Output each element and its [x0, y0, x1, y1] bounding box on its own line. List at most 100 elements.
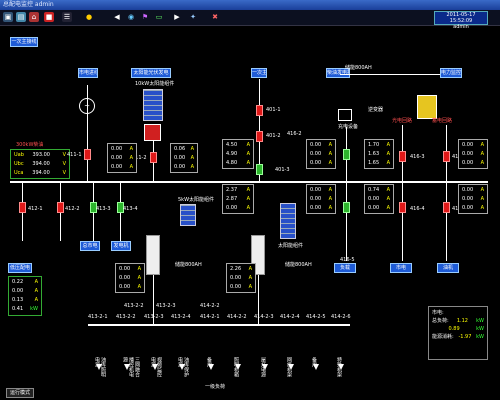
value-416-4-c: 0.00 [368, 205, 380, 211]
stop-icon[interactable]: ■ [44, 12, 54, 22]
uab-value: 393.00 [32, 152, 50, 158]
run-mode-button[interactable]: 运行模式 [6, 388, 35, 398]
value-416-4-b: 0.00 [368, 196, 380, 202]
feeder-416-6-wire [446, 183, 447, 261]
breaker-411-2[interactable] [150, 152, 157, 163]
value-413-a: 0.00 [119, 266, 131, 272]
generator-button[interactable]: 发电机 [111, 241, 131, 251]
utility-feed-button[interactable]: 市电进线 [78, 68, 98, 78]
breaker-401-1[interactable] [256, 105, 263, 116]
unit-left-d: kW [30, 306, 38, 312]
unit-416-2-b: A [328, 151, 332, 157]
battery-cabinet-icon [417, 95, 437, 119]
values-416-6: 0.00 A 0.00 A 0.00 A [458, 184, 488, 214]
unit-416-5-b: A [328, 196, 332, 202]
value-416-6-a: 0.00 [462, 187, 474, 193]
diesel-button[interactable]: 油机 [437, 263, 459, 273]
monitor-icon[interactable]: ▤ [16, 12, 26, 22]
value-416-3-c: 1.65 [368, 160, 380, 166]
unit-411-2-b: A [190, 155, 194, 161]
label-413-3: 413-3 [96, 206, 111, 212]
load-label-9: 备用 [311, 357, 317, 367]
window-icon[interactable]: ▭ [154, 12, 164, 22]
label-416-4: 416-4 [410, 206, 425, 212]
pv-inverter-icon [144, 124, 161, 141]
value-413-c: 0.00 [119, 284, 131, 290]
forward-icon[interactable]: ▶ [172, 12, 182, 22]
info-r3-label: 能源消耗: [432, 334, 454, 340]
value-413-b: 0.00 [119, 275, 131, 281]
values-416-5: 0.00 A 0.00 A 0.00 A [306, 184, 336, 214]
main-busbar [10, 181, 488, 183]
unit-401-low-b: A [246, 196, 250, 202]
single-line-diagram: 一次主接线 市电进线 太阳能光伏发电 一次主接线 柴油发电机 电力监控 10kW… [0, 27, 500, 400]
utility-button[interactable]: 市电 [390, 263, 412, 273]
value-416-6-c: 0.00 [462, 205, 474, 211]
bottom-feeder-3: 413-2-3 [144, 314, 164, 320]
window-title: 总配电监控 admin [0, 0, 500, 10]
flag-icon[interactable]: ⚑ [140, 12, 150, 22]
breaker-401-3[interactable] [256, 164, 263, 175]
app-icon[interactable]: ▣ [3, 12, 13, 22]
breaker-416-3[interactable] [399, 151, 406, 162]
bottom-feeder-5: 414-2-1 [200, 314, 220, 320]
value-411-1-c: 0.00 [111, 164, 123, 170]
load-button[interactable]: 负载 [334, 263, 356, 273]
unit-left-b: A [34, 288, 38, 294]
unit-414-b: A [248, 275, 252, 281]
unit-414-c: A [248, 284, 252, 290]
power-monitor-button[interactable]: 电力监控 [440, 68, 462, 78]
menu-icon[interactable]: ☰ [62, 12, 72, 22]
main-wiring-button[interactable]: 一次主接线 [251, 68, 267, 78]
load-label-8: 网络机架 [286, 357, 292, 377]
unit-416-5-a: A [328, 187, 332, 193]
close-icon[interactable]: ✖ [210, 12, 220, 22]
value-411-2-a: 0.06 [174, 146, 186, 152]
values-411-1: 0.00 A 0.00 A 0.00 A [107, 143, 137, 173]
generator-voltage-panel: Uab 393.00 V Ubc 394.00 V Uca 394.00 V [10, 149, 70, 179]
home-diagram-button[interactable]: 一次主接线 [10, 37, 38, 47]
breaker-412-1[interactable] [19, 202, 26, 213]
unit-401-low-a: A [246, 187, 250, 193]
alarm-icon[interactable]: ● [84, 12, 94, 22]
values-416-4: 0.74 A 0.00 A 0.00 A [364, 184, 394, 214]
mid-transformer-label-2: 储能800AH [285, 262, 312, 268]
unit-416-6-c: A [480, 205, 484, 211]
breaker-416-2[interactable] [343, 149, 350, 160]
ubc-value: 394.00 [32, 161, 50, 167]
value-401-top-b: 4.90 [226, 151, 238, 157]
back-icon[interactable]: ◀ [112, 12, 122, 22]
value-416-2-c: 0.00 [310, 160, 322, 166]
pv-panel-icon [143, 89, 163, 121]
breaker-416-6[interactable] [443, 202, 450, 213]
info-r1-value: 1.12 [456, 318, 468, 324]
main-utility-button[interactable]: 总市电 [80, 241, 100, 251]
unit-416-3-c: A [386, 160, 390, 166]
home-icon[interactable]: ⌂ [29, 12, 39, 22]
breaker-416-4[interactable] [399, 202, 406, 213]
camera-icon[interactable]: ◉ [126, 12, 136, 22]
value-left-b: 0.00 [12, 288, 24, 294]
breaker-416-1[interactable] [443, 151, 450, 162]
breaker-411-1[interactable] [84, 149, 91, 160]
label-413-4: 413-4 [123, 206, 138, 212]
feeder-416-5-wire [346, 183, 347, 261]
breaker-401-2[interactable] [256, 131, 263, 142]
uca-label: Uca [14, 170, 24, 176]
unit-416-3-b: A [386, 151, 390, 157]
load-label-4: 油库保护电源 [177, 357, 189, 377]
value-416-1-a: 0.00 [462, 142, 474, 148]
value-416-5-a: 0.00 [310, 187, 322, 193]
breaker-416-5[interactable] [343, 202, 350, 213]
wrench-icon[interactable]: ✦ [188, 12, 198, 22]
low-voltage-button[interactable]: 低压配电 [8, 263, 32, 273]
value-416-1-b: 0.00 [462, 151, 474, 157]
values-416-2: 0.00 A 0.00 A 0.00 A [306, 139, 336, 169]
top-transformer-wire [340, 74, 440, 75]
value-411-2-c: 0.00 [174, 164, 186, 170]
breaker-412-2[interactable] [57, 202, 64, 213]
feeder-411-wire [87, 85, 88, 181]
pv-button[interactable]: 太阳能光伏发电 [131, 68, 171, 78]
value-401-low-b: 2.87 [226, 196, 238, 202]
value-401-top-c: 4.80 [226, 160, 238, 166]
